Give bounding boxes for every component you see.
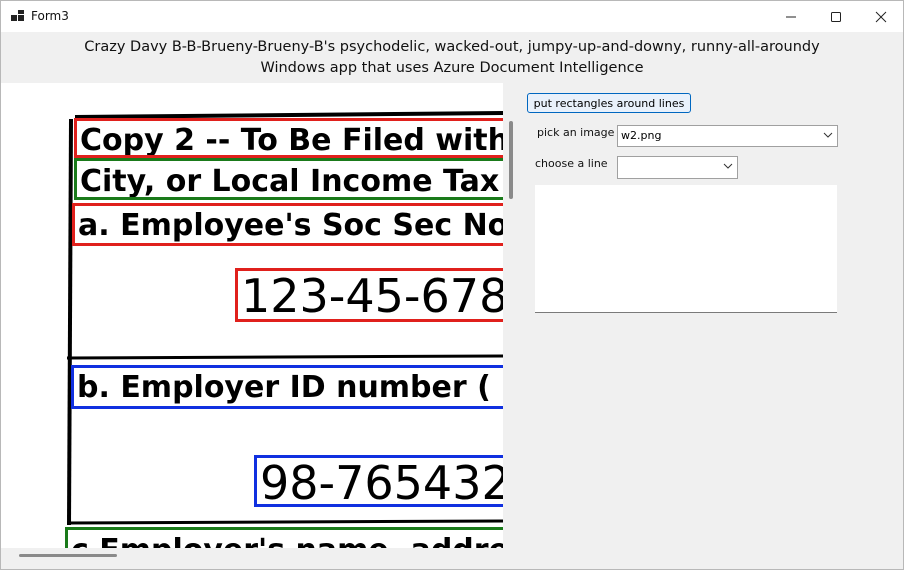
- line-rectangle-1: [74, 118, 503, 158]
- minimize-icon: [786, 16, 796, 17]
- horizontal-scrollbar-thumb[interactable]: [19, 554, 117, 557]
- line-rectangle-2: [74, 158, 503, 200]
- line-rectangle-5: [71, 365, 503, 409]
- line-details-textbox[interactable]: [535, 185, 837, 313]
- chevron-down-icon: [723, 163, 733, 169]
- pick-image-value: w2.png: [621, 129, 662, 142]
- vertical-scrollbar-thumb[interactable]: [509, 121, 513, 199]
- app-description-label: Crazy Davy B-B-Brueny-Brueny-B's psychod…: [1, 37, 903, 79]
- document-picture-box[interactable]: Copy 2 -- To Be Filed with City, or Loca…: [1, 83, 503, 548]
- put-rectangles-button[interactable]: put rectangles around lines: [527, 93, 691, 113]
- chevron-down-icon: [823, 132, 833, 138]
- close-icon: [875, 11, 887, 22]
- app-window: Form3 Crazy Davy B-B-Brueny-Brueny-B's p…: [0, 0, 904, 570]
- pick-image-label: pick an image: [537, 126, 615, 139]
- line-rectangle-3: [72, 203, 503, 246]
- description-line-1: Crazy Davy B-B-Brueny-Brueny-B's psychod…: [84, 39, 820, 55]
- maximize-icon: [831, 11, 841, 22]
- minimize-button[interactable]: [768, 1, 814, 32]
- title-bar[interactable]: Form3: [1, 1, 903, 32]
- pick-image-combobox[interactable]: w2.png: [617, 125, 838, 147]
- window-title: Form3: [31, 9, 69, 23]
- choose-line-label: choose a line: [535, 157, 608, 170]
- choose-line-combobox[interactable]: [617, 156, 738, 179]
- line-rectangle-6: [254, 455, 503, 507]
- line-rectangle-7: [65, 527, 503, 548]
- app-icon: [11, 10, 24, 21]
- close-button[interactable]: [858, 1, 904, 32]
- description-line-2: Windows app that uses Azure Document Int…: [260, 60, 644, 76]
- line-rectangle-4: [235, 268, 503, 322]
- maximize-button[interactable]: [813, 1, 859, 32]
